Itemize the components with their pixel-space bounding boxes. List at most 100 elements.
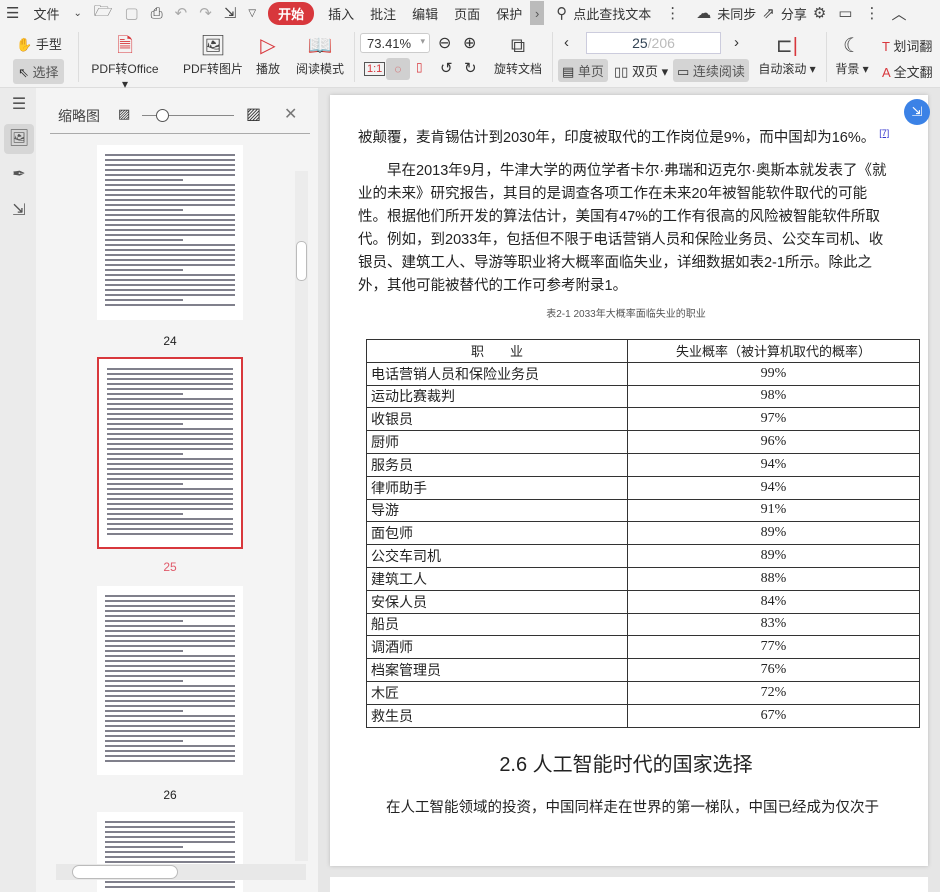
search-input[interactable]: 点此查找文本: [573, 4, 659, 23]
single-page-icon: ▤: [562, 64, 575, 79]
double-page-label: 双页: [631, 64, 658, 79]
settings-icon[interactable]: ⚙: [807, 4, 832, 22]
page-thumbnail[interactable]: [97, 357, 243, 549]
probability-cell: 77%: [627, 635, 920, 660]
comment-icon[interactable]: ▭: [832, 4, 858, 22]
word-translate-button[interactable]: T 划词翻: [882, 36, 932, 55]
pdf-to-image-button[interactable]: 🖼 PDF转图片: [182, 32, 244, 77]
continuous-read-button[interactable]: ▭ 连续阅读: [673, 59, 749, 82]
probability-cell: 84%: [627, 589, 920, 614]
image-icon: 🖼: [200, 35, 226, 57]
rotate-right-icon[interactable]: ↻: [464, 59, 477, 77]
tab-page[interactable]: 页面: [446, 4, 488, 23]
scroll-thumb[interactable]: [296, 241, 307, 281]
more-dropdown-icon[interactable]: ▽: [242, 8, 262, 19]
pdf-to-office-button[interactable]: 🗎 PDF转Office ▾: [88, 32, 162, 91]
small-thumb-icon[interactable]: ▨: [118, 106, 130, 122]
footnote-link[interactable]: [7]: [879, 128, 889, 138]
table-row: 面包师 89%: [366, 521, 920, 546]
print-icon[interactable]: ⎙: [145, 5, 169, 22]
horizontal-scrollbar[interactable]: [56, 864, 306, 880]
tab-annotate[interactable]: 批注: [362, 4, 404, 23]
page-thumbnail[interactable]: [97, 145, 243, 320]
cloud-sync-icon[interactable]: ☁: [690, 4, 717, 22]
continuous-label: 连续阅读: [692, 64, 745, 79]
undo-icon[interactable]: ↶: [169, 4, 194, 22]
rotate-doc-label: 旋转文档: [493, 62, 542, 76]
rotate-left-icon[interactable]: ↺: [440, 59, 453, 77]
close-icon[interactable]: ✕: [284, 104, 297, 124]
background-button[interactable]: ☾ 背景 ▾: [834, 32, 870, 77]
redo-icon[interactable]: ↷: [193, 4, 218, 22]
pdf-to-office-label: PDF转Office: [91, 62, 159, 76]
left-rail: ☰ 🖼 ✒ ⇲: [0, 88, 36, 892]
read-mode-label: 阅读模式: [295, 62, 344, 76]
vertical-scrollbar[interactable]: [295, 171, 308, 861]
select-tool[interactable]: ⇖ 选择: [13, 59, 64, 84]
rotate-doc-button[interactable]: ⧉ 旋转文档: [492, 32, 544, 77]
play-button[interactable]: ▷ 播放: [252, 32, 284, 77]
sync-status[interactable]: 未同步: [717, 4, 756, 23]
tab-protect[interactable]: 保护: [488, 4, 530, 23]
hand-tool[interactable]: ✋ 手型: [16, 34, 62, 53]
actual-size-icon[interactable]: 1:1: [364, 62, 386, 76]
fit-width-icon[interactable]: ▯: [416, 60, 423, 74]
share-button[interactable]: 分享: [781, 4, 807, 23]
search-icon: ⚲: [556, 5, 568, 22]
next-page-icon[interactable]: ›: [734, 34, 739, 51]
collapse-icon[interactable]: ︿: [885, 3, 912, 24]
page-number-input[interactable]: 25/206: [586, 32, 721, 54]
page-thumbnail[interactable]: [97, 812, 243, 892]
read-mode-button[interactable]: 📖 阅读模式: [294, 32, 346, 77]
full-translate-button[interactable]: A 全文翻: [882, 62, 933, 81]
double-page-button[interactable]: ▯▯ 双页 ▾: [614, 61, 668, 80]
continuous-icon: ▭: [677, 64, 690, 79]
job-cell: 电话营销人员和保险业务员: [366, 361, 628, 386]
single-page-button[interactable]: ▤ 单页: [558, 59, 608, 82]
thumbnail-icon[interactable]: 🖼: [4, 124, 34, 154]
save-icon[interactable]: ▢: [118, 4, 144, 22]
hamburger-icon[interactable]: ☰: [0, 4, 25, 22]
slider-handle[interactable]: [156, 109, 169, 122]
file-menu[interactable]: 文件: [25, 4, 67, 23]
tab-insert[interactable]: 插入: [320, 4, 362, 23]
outline-icon[interactable]: ☰: [4, 90, 34, 120]
job-cell: 收银员: [366, 407, 628, 432]
zoom-in-icon[interactable]: ⊕: [463, 33, 476, 53]
float-export-icon[interactable]: ⇲: [904, 99, 930, 125]
chevron-down-icon[interactable]: ⌄: [67, 8, 87, 19]
job-cell: 建筑工人: [366, 566, 628, 591]
job-cell: 服务员: [366, 452, 628, 477]
fit-page-icon[interactable]: ◌: [386, 58, 410, 80]
zoom-out-icon[interactable]: ⊖: [438, 33, 451, 53]
job-cell: 面包师: [366, 521, 628, 546]
pen-icon[interactable]: ✒: [4, 160, 34, 190]
rotate-doc-icon: ⧉: [510, 35, 526, 57]
large-thumb-icon[interactable]: ▨: [246, 104, 261, 124]
tabs-scroll-right[interactable]: ›: [530, 1, 545, 25]
thumb-label: 24: [163, 334, 177, 348]
table-row: 律师助手 94%: [366, 475, 920, 500]
tab-start[interactable]: 开始: [268, 1, 315, 25]
tab-edit[interactable]: 编辑: [404, 4, 446, 23]
page-thumbnail[interactable]: [97, 586, 243, 775]
hscroll-thumb[interactable]: [72, 865, 178, 879]
table-row: 服务员 94%: [366, 452, 920, 477]
table-row: 木匠 72%: [366, 680, 920, 705]
share-icon[interactable]: ⇗: [756, 4, 781, 22]
export-icon[interactable]: ⇲: [4, 196, 34, 226]
paragraph-end: 被颠覆，麦肯锡估计到2030年，印度被取代的工作岗位是9%，而中国却为16%。: [358, 129, 876, 146]
more-vert-icon[interactable]: ⋮: [659, 4, 686, 22]
zoom-select[interactable]: 73.41% ▾: [360, 33, 430, 53]
more-icon[interactable]: ⋮: [858, 4, 885, 22]
job-cell: 救生员: [366, 703, 628, 728]
open-folder-icon[interactable]: 🗁: [88, 1, 119, 26]
auto-scroll-button[interactable]: ⊏| 自动滚动 ▾: [756, 32, 818, 77]
full-translate-label: 全文翻: [893, 65, 933, 80]
export-icon[interactable]: ⇲: [218, 4, 243, 22]
table-row: 运动比赛裁判 98%: [366, 384, 920, 409]
job-cell: 律师助手: [366, 475, 628, 500]
play-icon: ▷: [260, 35, 276, 57]
prev-page-icon[interactable]: ‹: [564, 34, 569, 51]
section-heading: 2.6 人工智能时代的国家选择: [499, 754, 753, 776]
